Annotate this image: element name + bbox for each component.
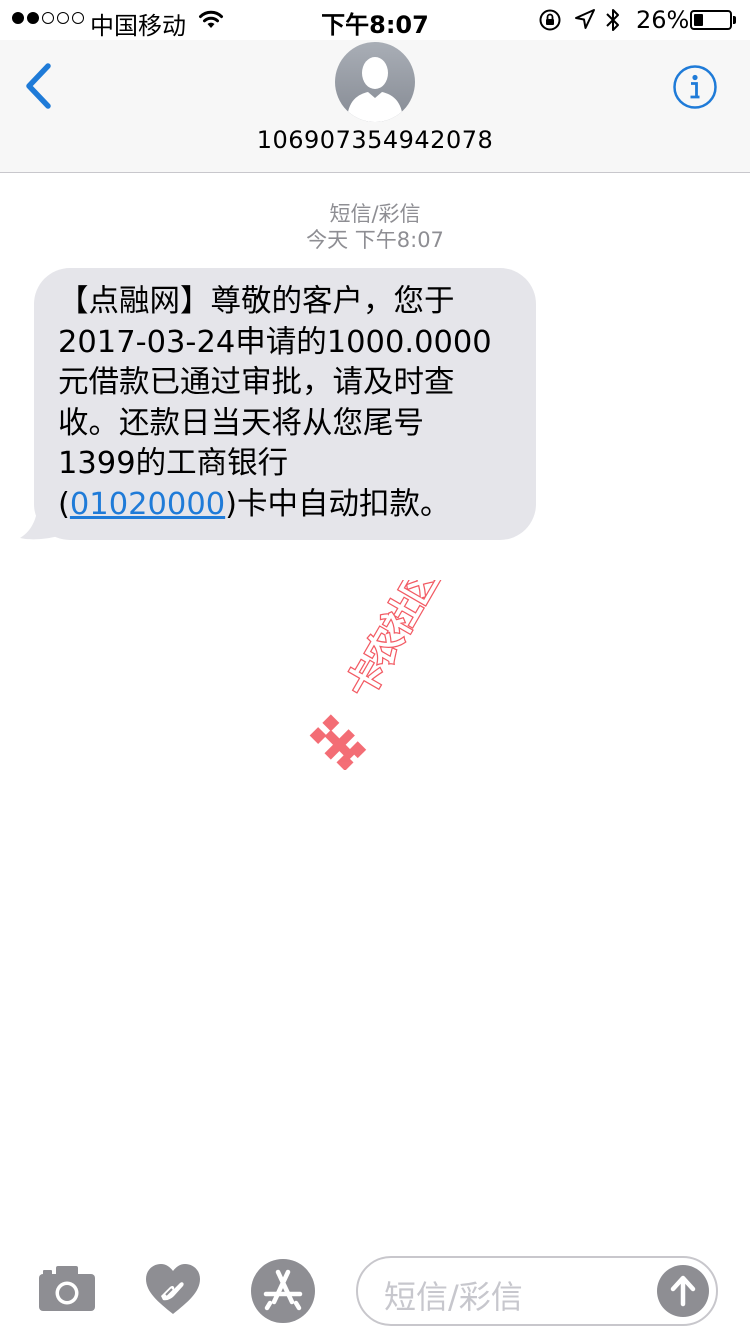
digital-touch-button[interactable] [144, 1262, 202, 1316]
send-button[interactable] [657, 1265, 709, 1317]
info-button[interactable] [672, 64, 718, 110]
message-timestamp: 今天 下午8:07 [306, 228, 444, 252]
message-input-placeholder: 短信/彩信 [384, 1278, 523, 1316]
message-line: 【点融网】尊敬的客户，您于 [58, 284, 455, 319]
status-bar: 中国移动 下午8:07 26% [0, 0, 750, 40]
message-line: (01020000)卡中自动扣款。 [58, 485, 522, 526]
message-input[interactable]: 短信/彩信 [356, 1256, 718, 1326]
battery-level [694, 14, 703, 26]
arrow-up-icon [670, 1275, 696, 1307]
conversation-header: 106907354942078 [0, 40, 750, 173]
message-line: 2017-03-24申请的1000.0000 [58, 324, 492, 360]
camera-icon [39, 1266, 95, 1311]
battery-tip [733, 16, 736, 24]
back-button[interactable] [20, 60, 60, 112]
person-silhouette-icon [347, 57, 403, 122]
heart-hands-icon [146, 1264, 200, 1314]
battery-icon [690, 10, 732, 30]
message-line: 收。还款日当天将从您尾号 [58, 405, 424, 441]
rotation-lock-icon [539, 9, 561, 31]
battery-percentage: 26% [636, 6, 690, 34]
app-store-icon [251, 1259, 315, 1323]
chevron-left-icon [26, 63, 51, 109]
message-line: 元借款已通过审批，请及时查 [58, 365, 455, 400]
paren-open: ( [58, 486, 70, 522]
message-line: 1399的工商银行 [58, 446, 289, 481]
watermark-text: 卡农社区 [340, 580, 448, 705]
app-store-button[interactable] [250, 1258, 316, 1324]
camera-button[interactable] [38, 1264, 96, 1312]
phone-number-link[interactable]: 01020000 [70, 487, 225, 522]
contact-number[interactable]: 106907354942078 [0, 126, 750, 154]
bluetooth-icon [606, 9, 619, 31]
location-arrow-icon [575, 9, 595, 29]
contact-avatar[interactable] [335, 42, 415, 122]
watermark-logo: 卡农社区 [309, 580, 449, 770]
message-line-end: )卡中自动扣款。 [225, 486, 451, 522]
received-message-bubble[interactable]: 【点融网】尊敬的客户，您于 2017-03-24申请的1000.0000 元借款… [34, 268, 536, 540]
